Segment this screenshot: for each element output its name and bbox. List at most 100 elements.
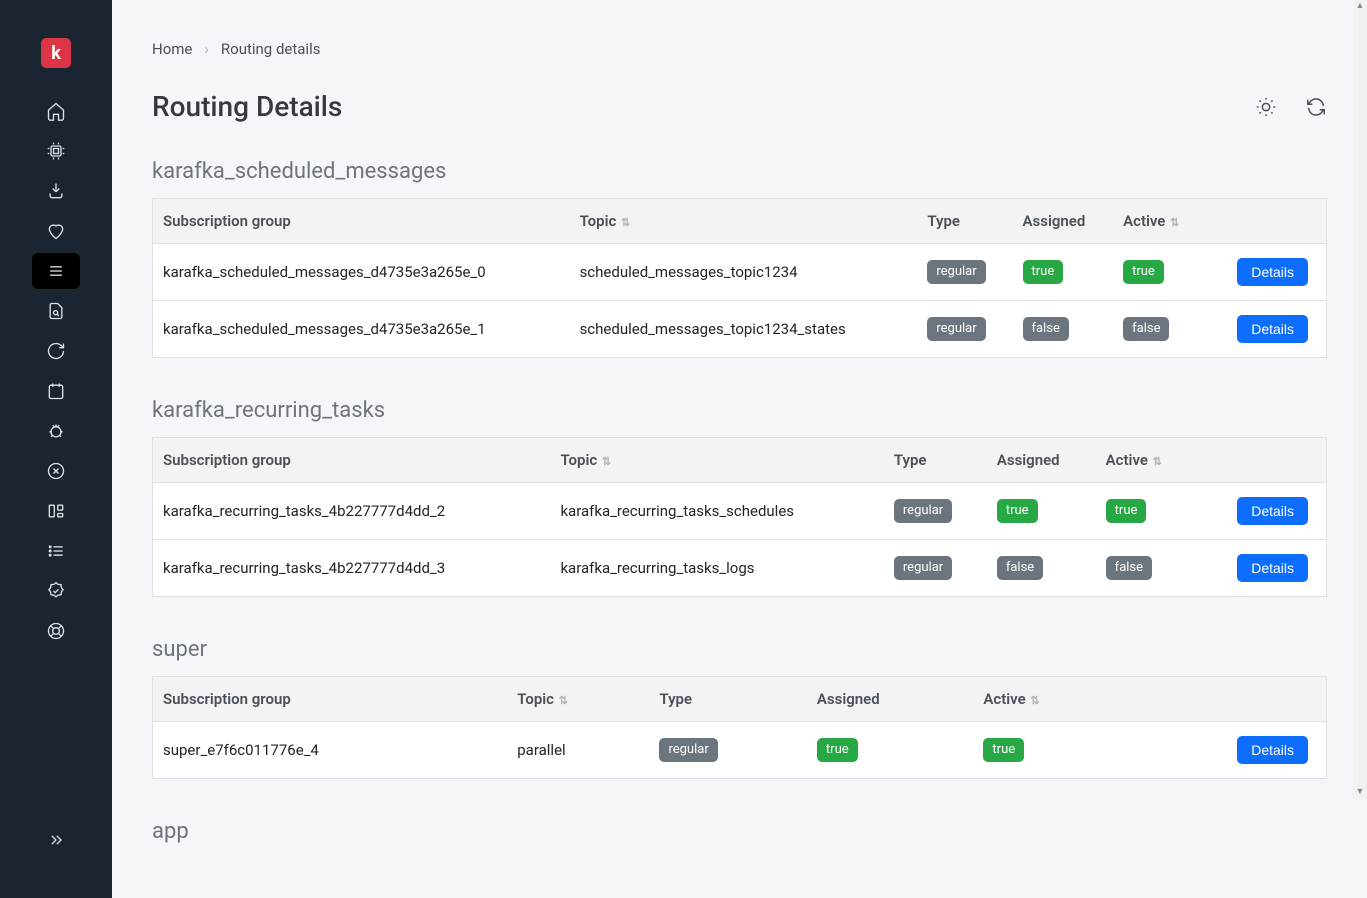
cell-subscription-group: karafka_recurring_tasks_4b227777d4dd_2 bbox=[153, 483, 551, 540]
details-button[interactable]: Details bbox=[1237, 497, 1308, 525]
sort-icon: ⇅ bbox=[599, 455, 611, 468]
cell-active: true bbox=[973, 722, 1126, 779]
calendar-icon bbox=[46, 381, 66, 401]
cell-topic: karafka_recurring_tasks_logs bbox=[550, 540, 883, 597]
cell-assigned: false bbox=[1013, 301, 1114, 358]
refresh-icon bbox=[1305, 96, 1327, 118]
main-content: Home › Routing details Routing Details k… bbox=[112, 0, 1367, 898]
nav-check-badge[interactable] bbox=[32, 573, 80, 609]
cell-active: true bbox=[1113, 244, 1206, 301]
list-icon bbox=[46, 541, 66, 561]
nav-list[interactable] bbox=[32, 533, 80, 569]
nav-layout[interactable] bbox=[32, 493, 80, 529]
page-title: Routing Details bbox=[152, 90, 342, 123]
cell-active: false bbox=[1096, 540, 1196, 597]
column-header-topic[interactable]: Topic ⇅ bbox=[507, 677, 649, 722]
refresh-button[interactable] bbox=[1305, 96, 1327, 118]
column-header-actions bbox=[1196, 438, 1327, 483]
routing-table: Subscription groupTopic ⇅TypeAssignedAct… bbox=[152, 198, 1327, 358]
routing-table: Subscription groupTopic ⇅TypeAssignedAct… bbox=[152, 437, 1327, 597]
cell-actions: Details bbox=[1206, 244, 1327, 301]
column-header-type: Type bbox=[917, 199, 1012, 244]
column-header-subscription_group: Subscription group bbox=[153, 199, 570, 244]
cell-active: false bbox=[1113, 301, 1206, 358]
nav-calendar[interactable] bbox=[32, 373, 80, 409]
assigned-badge: true bbox=[1023, 260, 1064, 284]
refresh-icon bbox=[46, 341, 66, 361]
nav-refresh[interactable] bbox=[32, 333, 80, 369]
cell-type: regular bbox=[884, 540, 987, 597]
table-row: karafka_recurring_tasks_4b227777d4dd_3ka… bbox=[153, 540, 1327, 597]
nav-routing[interactable] bbox=[32, 253, 80, 289]
details-button[interactable]: Details bbox=[1237, 258, 1308, 286]
breadcrumb-current: Routing details bbox=[221, 40, 321, 58]
column-header-assigned: Assigned bbox=[807, 677, 973, 722]
nav-download[interactable] bbox=[32, 173, 80, 209]
home-icon bbox=[46, 101, 66, 121]
column-header-type: Type bbox=[649, 677, 806, 722]
file-search-icon bbox=[46, 301, 66, 321]
cell-type: regular bbox=[917, 244, 1012, 301]
nav-home[interactable] bbox=[32, 93, 80, 129]
table-row: karafka_scheduled_messages_d4735e3a265e_… bbox=[153, 301, 1327, 358]
section-title: karafka_recurring_tasks bbox=[152, 398, 1327, 423]
section-title: app bbox=[152, 819, 1327, 844]
scroll-down-icon: ▼ bbox=[1356, 788, 1365, 797]
bug-icon bbox=[46, 421, 66, 441]
column-header-subscription_group: Subscription group bbox=[153, 438, 551, 483]
assigned-badge: true bbox=[817, 738, 858, 762]
column-header-active[interactable]: Active ⇅ bbox=[973, 677, 1126, 722]
cell-topic: parallel bbox=[507, 722, 649, 779]
table-row: karafka_scheduled_messages_d4735e3a265e_… bbox=[153, 244, 1327, 301]
chevron-right-icon: › bbox=[204, 40, 209, 58]
cell-subscription-group: karafka_scheduled_messages_d4735e3a265e_… bbox=[153, 244, 570, 301]
column-header-assigned: Assigned bbox=[1013, 199, 1114, 244]
nav-support[interactable] bbox=[32, 613, 80, 649]
theme-toggle[interactable] bbox=[1255, 96, 1277, 118]
header-actions bbox=[1255, 96, 1327, 118]
column-header-topic[interactable]: Topic ⇅ bbox=[550, 438, 883, 483]
cell-topic: scheduled_messages_topic1234_states bbox=[570, 301, 918, 358]
column-header-type: Type bbox=[884, 438, 987, 483]
column-header-actions bbox=[1206, 199, 1327, 244]
page-header: Routing Details bbox=[152, 90, 1327, 123]
lifebuoy-icon bbox=[46, 621, 66, 641]
cell-subscription-group: super_e7f6c011776e_4 bbox=[153, 722, 508, 779]
breadcrumb-home[interactable]: Home bbox=[152, 40, 192, 58]
nav-file-search[interactable] bbox=[32, 293, 80, 329]
nav-bug[interactable] bbox=[32, 413, 80, 449]
details-button[interactable]: Details bbox=[1237, 736, 1308, 764]
type-badge: regular bbox=[894, 556, 952, 580]
column-header-active[interactable]: Active ⇅ bbox=[1096, 438, 1196, 483]
section-title: super bbox=[152, 637, 1327, 662]
cell-assigned: true bbox=[807, 722, 973, 779]
sort-icon: ⇅ bbox=[1150, 455, 1162, 468]
nav-health[interactable] bbox=[32, 213, 80, 249]
sort-icon: ⇅ bbox=[618, 216, 630, 229]
column-header-assigned: Assigned bbox=[987, 438, 1096, 483]
details-button[interactable]: Details bbox=[1237, 554, 1308, 582]
cell-type: regular bbox=[917, 301, 1012, 358]
cell-actions: Details bbox=[1206, 301, 1327, 358]
breadcrumb: Home › Routing details bbox=[152, 40, 1327, 58]
app-logo[interactable]: k bbox=[41, 38, 71, 68]
type-badge: regular bbox=[659, 738, 717, 762]
cell-topic: karafka_recurring_tasks_schedules bbox=[550, 483, 883, 540]
sort-icon: ⇅ bbox=[1167, 216, 1179, 229]
table-row: super_e7f6c011776e_4parallel regular true t… bbox=[153, 722, 1327, 779]
nav-cpu[interactable] bbox=[32, 133, 80, 169]
column-header-active[interactable]: Active ⇅ bbox=[1113, 199, 1206, 244]
nav-expand[interactable] bbox=[32, 822, 80, 858]
column-header-topic[interactable]: Topic ⇅ bbox=[570, 199, 918, 244]
details-button[interactable]: Details bbox=[1237, 315, 1308, 343]
cell-actions: Details bbox=[1127, 722, 1327, 779]
active-badge: false bbox=[1123, 317, 1169, 341]
type-badge: regular bbox=[894, 499, 952, 523]
scrollbar[interactable]: ▲ ▼ bbox=[1353, 0, 1367, 799]
cell-subscription-group: karafka_scheduled_messages_d4735e3a265e_… bbox=[153, 301, 570, 358]
active-badge: true bbox=[983, 738, 1024, 762]
nav-close-circle[interactable] bbox=[32, 453, 80, 489]
active-badge: false bbox=[1106, 556, 1152, 580]
cell-topic: scheduled_messages_topic1234 bbox=[570, 244, 918, 301]
sort-icon: ⇅ bbox=[556, 694, 568, 707]
